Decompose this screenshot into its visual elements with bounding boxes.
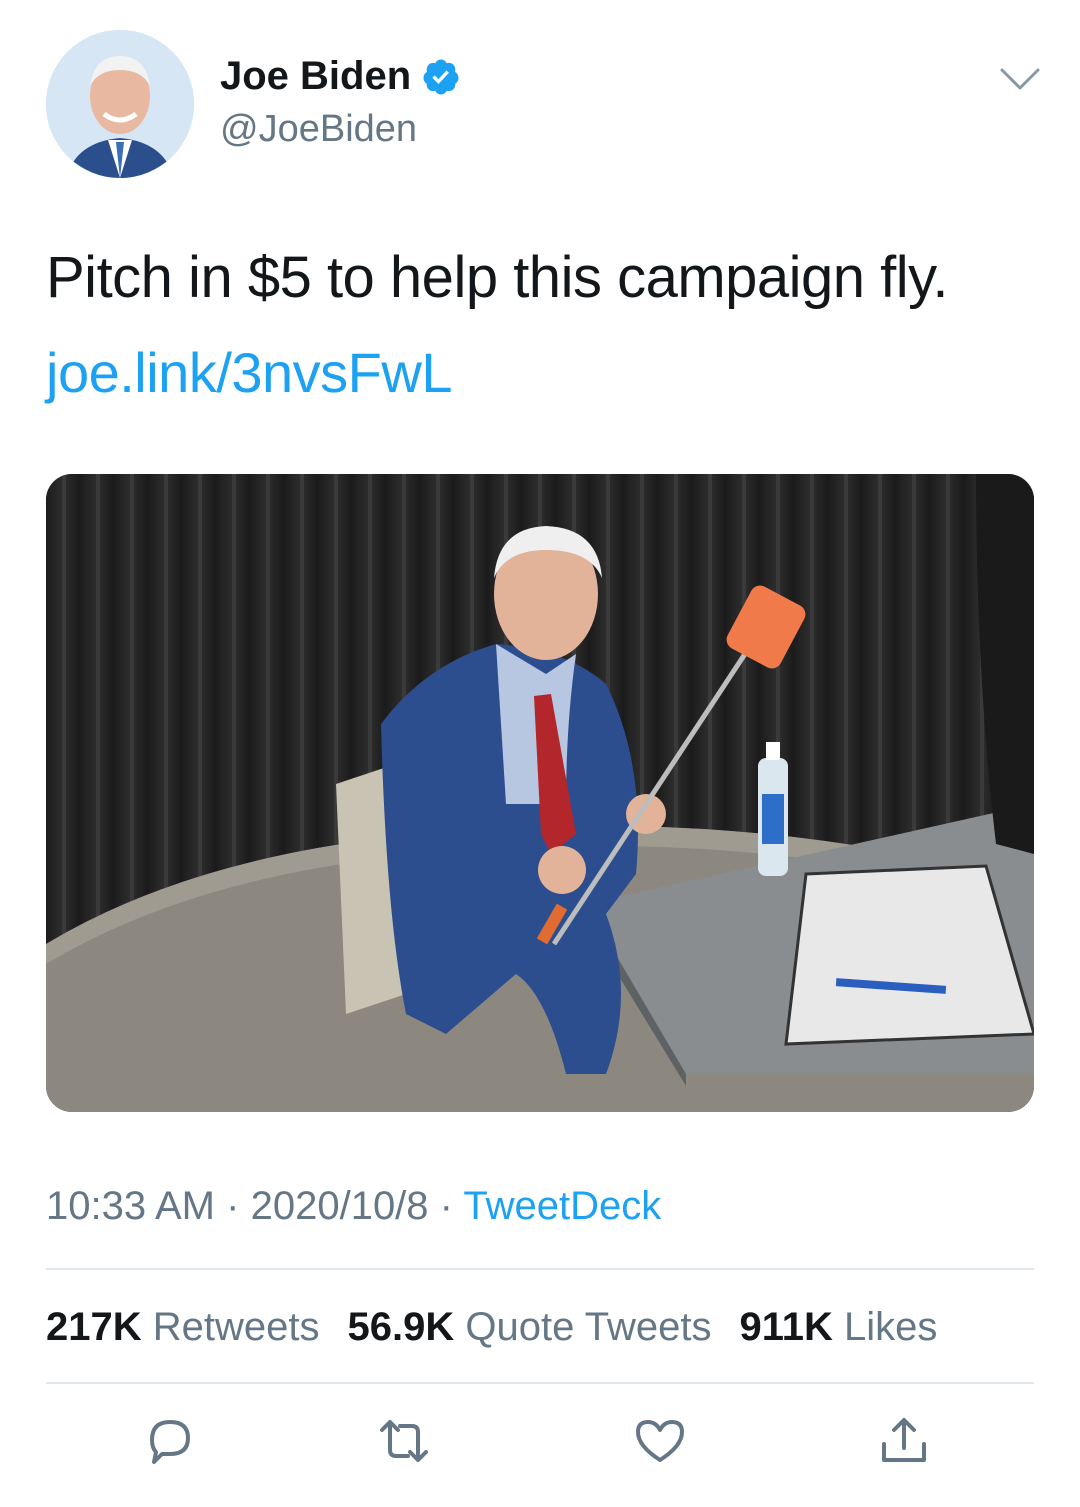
tweet-link[interactable]: joe.link/3nvsFwL	[46, 340, 452, 405]
tweet-date: 2020/10/8	[250, 1184, 429, 1228]
quote-tweets-stat[interactable]: 56.9K Quote Tweets	[348, 1305, 712, 1350]
divider	[46, 1268, 1034, 1270]
chevron-down-icon[interactable]	[998, 64, 1042, 94]
avatar[interactable]	[46, 30, 194, 178]
retweets-count: 217K	[46, 1305, 142, 1349]
retweets-label: Retweets	[152, 1305, 320, 1349]
retweets-stat[interactable]: 217K Retweets	[46, 1305, 320, 1350]
retweet-icon[interactable]	[376, 1416, 432, 1466]
meta-separator: ·	[226, 1184, 240, 1228]
tweet-photo[interactable]	[46, 474, 1034, 1112]
tweet-source-link[interactable]: TweetDeck	[463, 1184, 661, 1228]
author-name-text: Joe Biden	[220, 54, 412, 98]
tweet-meta: 10:33 AM · 2020/10/8 · TweetDeck	[46, 1184, 661, 1229]
author-name[interactable]: Joe Biden	[220, 54, 461, 99]
likes-count: 911K	[739, 1305, 833, 1349]
likes-label: Likes	[844, 1305, 938, 1349]
author-handle[interactable]: @JoeBiden	[220, 108, 417, 151]
share-icon[interactable]	[876, 1416, 932, 1466]
photo-image	[46, 474, 1034, 1112]
like-icon[interactable]	[632, 1416, 688, 1466]
verified-badge-icon	[423, 59, 459, 94]
tweet-action-bar	[0, 1416, 1080, 1466]
tweet-text: Pitch in $5 to help this campaign fly.	[46, 245, 948, 310]
likes-stat[interactable]: 911K Likes	[739, 1305, 937, 1350]
quote-tweets-label: Quote Tweets	[465, 1305, 712, 1349]
reply-icon[interactable]	[142, 1416, 198, 1466]
tweet-time: 10:33 AM	[46, 1184, 216, 1228]
meta-separator: ·	[439, 1184, 453, 1228]
quote-tweets-count: 56.9K	[347, 1305, 455, 1349]
divider	[46, 1382, 1034, 1384]
tweet-stats: 217K Retweets 56.9K Quote Tweets 911K Li…	[46, 1305, 937, 1350]
avatar-image	[46, 30, 194, 178]
